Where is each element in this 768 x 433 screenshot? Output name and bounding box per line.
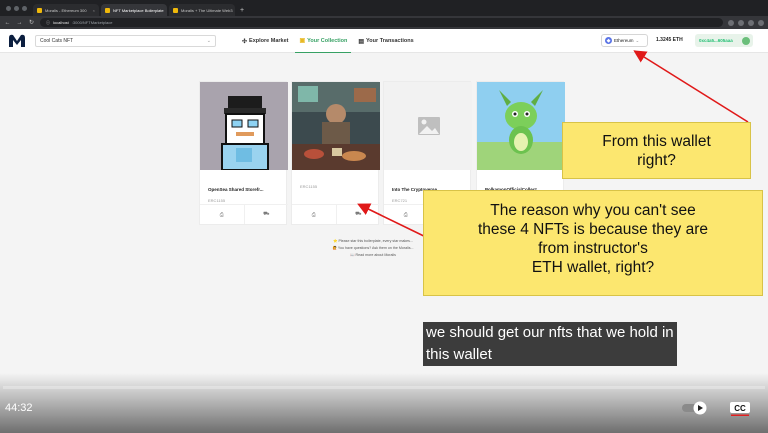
chevron-down-icon: ⌄ (206, 38, 211, 44)
chain-selector[interactable]: ◆ Ethereum ⌄ (601, 34, 648, 47)
callout-line: from instructor's (538, 240, 648, 257)
transfer-icon[interactable]: ⎙ (384, 205, 428, 224)
closed-captions-icon: CC (730, 402, 750, 416)
browser-tab-active[interactable]: NFT Marketplace Boilerplate× (101, 4, 167, 16)
back-arrow-icon[interactable]: ← (4, 20, 11, 26)
callout-line: The reason why you can't see (490, 202, 696, 219)
nav-label: Your Transactions (366, 38, 414, 44)
moralis-favicon-icon (173, 7, 178, 13)
extension-icon (728, 19, 734, 26)
chevron-down-icon: ⌄ (635, 37, 640, 43)
transfer-icon[interactable]: ⎙ (292, 205, 336, 224)
chain-label: Ethereum (614, 38, 634, 43)
callout-line: these 4 NFTs is because they are (477, 221, 709, 238)
window-controls[interactable] (6, 6, 27, 11)
ethereum-icon: ◆ (605, 37, 612, 44)
tab-title: NFT Marketplace Boilerplate (113, 7, 164, 13)
search-value: Cool Cats NFT (40, 38, 74, 44)
wallet-balance: 1.3245 ETH (656, 37, 683, 43)
current-time: 44:32 (5, 402, 33, 414)
extension-icons[interactable] (728, 19, 764, 26)
nav-label: Explore Market (249, 38, 289, 44)
captions-button[interactable]: CC (729, 401, 751, 416)
cart-icon[interactable]: ⛟ (335, 205, 381, 224)
card-actions: ⎙ ⛟ (200, 204, 288, 224)
nft-image-green-monster (477, 82, 565, 170)
avatar (742, 36, 750, 45)
image-placeholder-icon (384, 82, 472, 170)
browser-tab-bar: Moralis - Ethereum 300 × NFT Marketplace … (0, 0, 768, 16)
compass-icon: ✣ (242, 38, 248, 45)
card-actions: ⎙ ⛟ (292, 204, 380, 224)
moralis-favicon-icon (37, 7, 42, 13)
callout-line: From this wallet (602, 133, 711, 150)
nft-card[interactable]: OpenSea Shared Storefr... ERC1155 ⎙ ⛟ (199, 81, 288, 225)
video-subtitle: we should get our nfts that we hold in t… (423, 322, 677, 366)
video-frame: { "browser": { "tabs": [ { "title": "Mor… (0, 0, 768, 433)
tab-title: Moralis - Ethereum 300 (45, 7, 87, 13)
nft-card[interactable]: ERC1155 ⎙ ⛟ (291, 81, 380, 225)
document-icon: ▤ (358, 38, 365, 45)
cart-icon[interactable]: ⛟ (243, 205, 289, 224)
annotation-callout: From this wallet right? (562, 122, 751, 179)
account-address: 0xc4a5...605aaa (699, 38, 733, 43)
extension-icon (748, 19, 754, 26)
nft-image-pixel-avatar (200, 82, 288, 171)
transfer-icon[interactable]: ⎙ (200, 205, 244, 224)
boilerplate-notes: ⭐ Please star this boilerplate, every st… (308, 238, 438, 258)
browser-tab[interactable]: Moralis - Ethereum 300 × (33, 4, 99, 16)
player-controls-gradient (0, 373, 768, 433)
browser-address-bar: ← → ↻ ⓘ localhost:3000/NFTMarketplace (0, 16, 768, 29)
tab-title: Moralis + The Ultimate Web3 (181, 7, 233, 13)
nav-label: Your Collection (307, 37, 348, 44)
nft-standard: ERC1155 (300, 184, 318, 189)
url-path: :3000/NFTMarketplace (71, 20, 113, 25)
close-icon[interactable]: × (93, 8, 95, 13)
browser-tab[interactable]: Moralis + The Ultimate Web3× (169, 4, 235, 16)
profile-icon (758, 19, 764, 26)
nav-explore-market[interactable]: ✣ Explore Market (238, 29, 292, 53)
collection-icon: ▣ (299, 38, 306, 44)
nav-your-transactions[interactable]: ▤ Your Transactions (354, 29, 417, 53)
callout-line: ETH wallet, right? (531, 259, 655, 276)
nft-image-warrior-scene (292, 82, 380, 170)
main-nav: ✣ Explore Market ▣ Your Collection ▤ Your T… (238, 29, 421, 53)
note-line: 📖 Read more about Moralis (350, 252, 396, 257)
extension-icon (738, 19, 744, 26)
app-header: Cool Cats NFT ⌄ ✣ Explore Market ▣ Your Co… (0, 29, 768, 53)
forward-arrow-icon[interactable]: → (16, 20, 23, 26)
cc-label: CC (734, 404, 746, 413)
callout-line: right? (637, 152, 676, 169)
new-tab-button[interactable]: + (240, 7, 244, 14)
note-line: 🙋 You have questions? Ask them on the Mo… (332, 245, 414, 250)
nft-name: OpenSea Shared Storefr... (208, 187, 264, 192)
note-line: ⭐ Please star this boilerplate, every st… (333, 239, 413, 243)
info-icon: ⓘ (46, 19, 50, 25)
nav-your-collection[interactable]: ▣ Your Collection (295, 29, 352, 53)
progress-bar[interactable] (3, 386, 765, 389)
annotation-callout: The reason why you can't see these 4 NFT… (423, 190, 763, 296)
account-button[interactable]: 0xc4a5...605aaa (695, 34, 753, 47)
nft-standard: ERC1155 (208, 198, 226, 203)
reload-icon[interactable]: ↻ (28, 19, 35, 26)
moralis-logo-icon[interactable] (8, 33, 26, 48)
subtitle-line: this wallet (426, 346, 492, 363)
collection-search-select[interactable]: Cool Cats NFT ⌄ (35, 35, 216, 47)
moralis-favicon-icon (105, 7, 110, 13)
url-host: localhost (53, 20, 69, 25)
url-field[interactable]: ⓘ localhost:3000/NFTMarketplace (40, 18, 723, 27)
subtitle-line: we should get our nfts that we hold in (426, 324, 674, 341)
autoplay-toggle-icon[interactable] (681, 401, 709, 415)
